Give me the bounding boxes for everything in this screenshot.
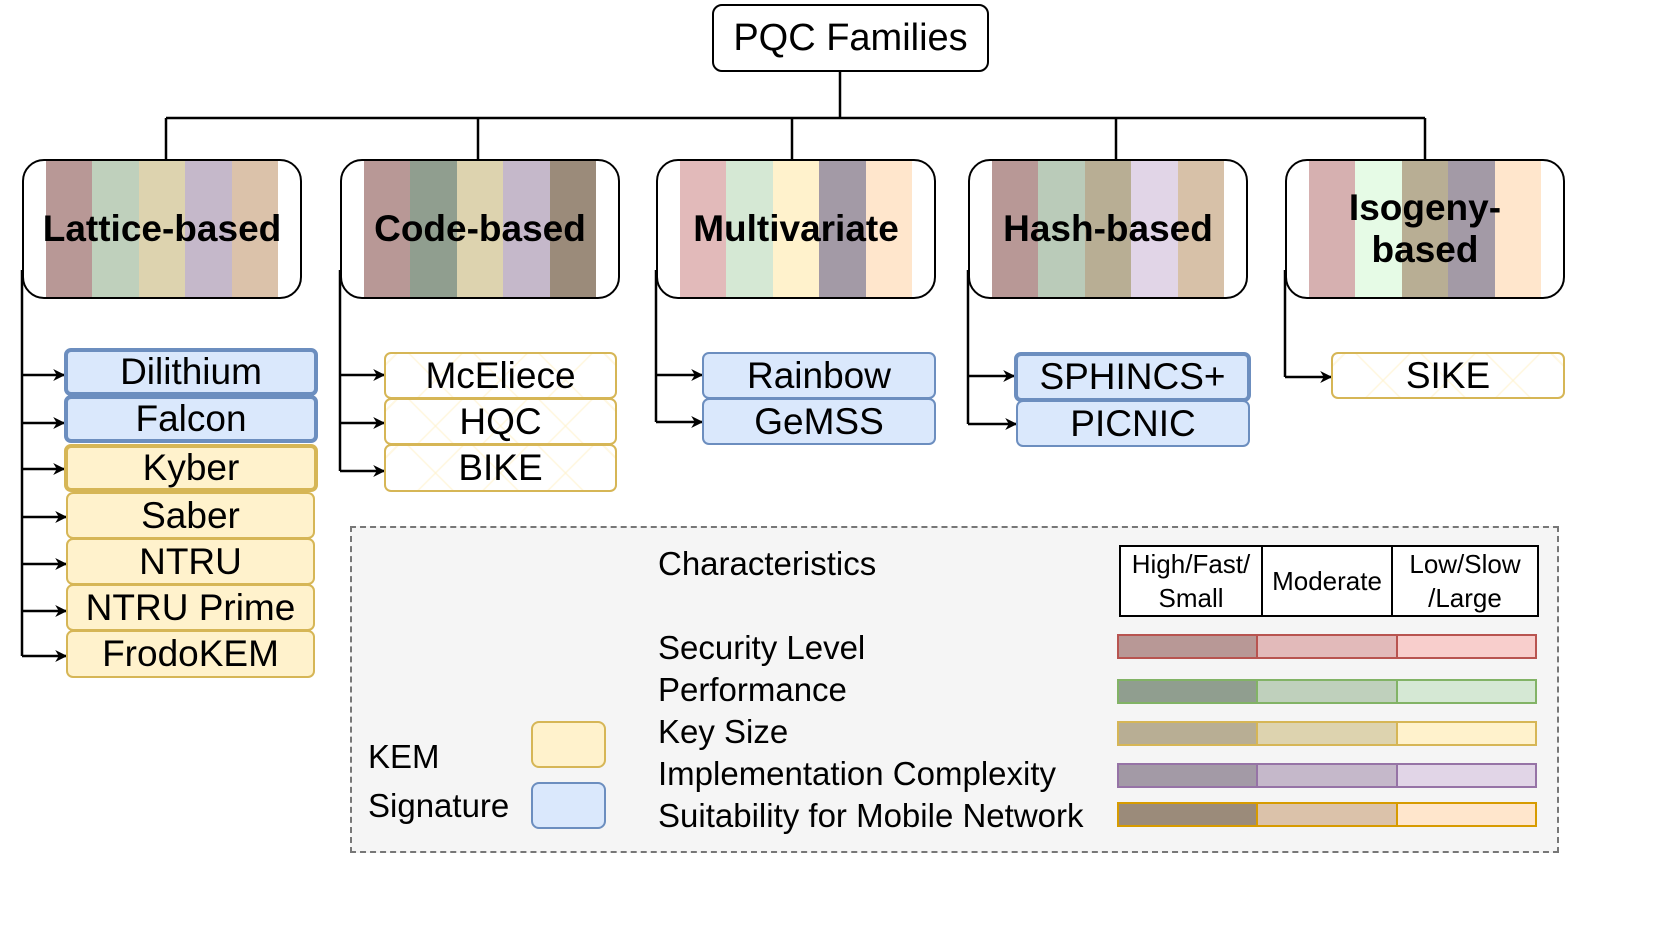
root-node-pqc-families: PQC Families <box>712 4 989 72</box>
algorithm-sphincs-plus: SPHINCS+ <box>1014 352 1251 402</box>
family-lattice-based: Lattice-based <box>22 159 302 299</box>
color-bar-key-size <box>1117 721 1537 746</box>
bar-segment-low <box>1395 804 1535 825</box>
color-bar-performance <box>1117 679 1537 704</box>
algorithm-label: McEliece <box>425 354 576 396</box>
algorithm-bike: BIKE <box>384 444 617 492</box>
algorithm-frodokem: FrodoKEM <box>66 630 315 678</box>
algorithm-saber: Saber <box>66 492 315 539</box>
characteristics-title: Characteristics <box>658 545 877 582</box>
algorithm-label: PICNIC <box>1070 402 1196 444</box>
kem-legend-label: KEM <box>368 738 440 775</box>
bar-segment-low <box>1395 681 1535 702</box>
algorithm-label: HQC <box>459 400 542 442</box>
family-label: Code-based <box>374 208 586 249</box>
bar-segment-moderate <box>1256 723 1396 744</box>
algorithm-kyber: Kyber <box>64 444 318 492</box>
algorithm-ntru-prime: NTRU Prime <box>66 584 315 631</box>
algorithm-dilithium: Dilithium <box>64 348 318 396</box>
family-code-based: Code-based <box>340 159 620 299</box>
bar-segment-high <box>1119 723 1257 744</box>
level-header-table: High/Fast/ Small Moderate Low/Slow /Larg… <box>1119 545 1539 617</box>
bar-segment-low <box>1395 765 1535 786</box>
level-low: Low/Slow /Large <box>1391 547 1537 615</box>
bar-segment-moderate <box>1256 765 1396 786</box>
algorithm-picnic: PICNIC <box>1016 400 1250 447</box>
level-high: High/Fast/ Small <box>1131 549 1251 613</box>
algorithm-label: Falcon <box>135 398 247 439</box>
algorithm-label: Dilithium <box>120 351 262 392</box>
family-label: Lattice-based <box>42 208 282 249</box>
algorithm-label: Rainbow <box>747 354 891 396</box>
algorithm-label: NTRU Prime <box>85 586 296 628</box>
bar-segment-moderate <box>1256 804 1396 825</box>
bar-segment-high <box>1119 804 1257 825</box>
algorithm-label: BIKE <box>458 447 543 488</box>
signature-swatch <box>531 782 606 829</box>
family-label: Hash-based <box>1003 208 1213 249</box>
bar-segment-high <box>1119 681 1257 702</box>
char-label-key-size: Key Size <box>658 713 789 750</box>
char-label-performance: Performance <box>658 671 847 708</box>
family-multivariate: Multivariate <box>656 159 936 299</box>
level-moderate: Moderate <box>1261 547 1391 615</box>
family-label: Isogeny-based <box>1348 187 1502 270</box>
bar-segment-moderate <box>1256 681 1396 702</box>
bar-segment-high <box>1119 636 1257 657</box>
algorithm-falcon: Falcon <box>64 395 318 443</box>
algorithm-gemss: GeMSS <box>702 398 936 445</box>
family-label: Multivariate <box>693 208 899 249</box>
algorithm-label: SPHINCS+ <box>1039 356 1226 397</box>
root-label: PQC Families <box>733 16 968 59</box>
signature-legend-label: Signature <box>368 787 510 824</box>
char-label-complexity: Implementation Complexity <box>658 755 1056 792</box>
bar-segment-low <box>1395 636 1535 657</box>
algorithm-label: FrodoKEM <box>102 633 279 674</box>
char-label-mobile: Suitability for Mobile Network <box>658 797 1084 834</box>
color-bar-complexity <box>1117 763 1537 788</box>
family-hash-based: Hash-based <box>968 159 1248 299</box>
char-label-security: Security Level <box>658 629 866 666</box>
algorithm-mceliece: McEliece <box>384 352 617 399</box>
bar-segment-moderate <box>1256 636 1396 657</box>
algorithm-label: SIKE <box>1405 354 1491 396</box>
kem-swatch <box>531 721 606 768</box>
color-bar-mobile <box>1117 802 1537 827</box>
algorithm-label: GeMSS <box>754 400 884 442</box>
color-bar-security <box>1117 634 1537 659</box>
bar-segment-high <box>1119 765 1257 786</box>
algorithm-label: Kyber <box>142 447 240 488</box>
algorithm-ntru: NTRU <box>66 538 315 585</box>
algorithm-label: Saber <box>141 494 240 536</box>
algorithm-rainbow: Rainbow <box>702 352 936 399</box>
algorithm-label: NTRU <box>139 540 242 582</box>
algorithm-hqc: HQC <box>384 398 617 445</box>
algorithm-sike: SIKE <box>1331 352 1565 399</box>
bar-segment-low <box>1395 723 1535 744</box>
family-isogeny-based: Isogeny-based <box>1285 159 1565 299</box>
